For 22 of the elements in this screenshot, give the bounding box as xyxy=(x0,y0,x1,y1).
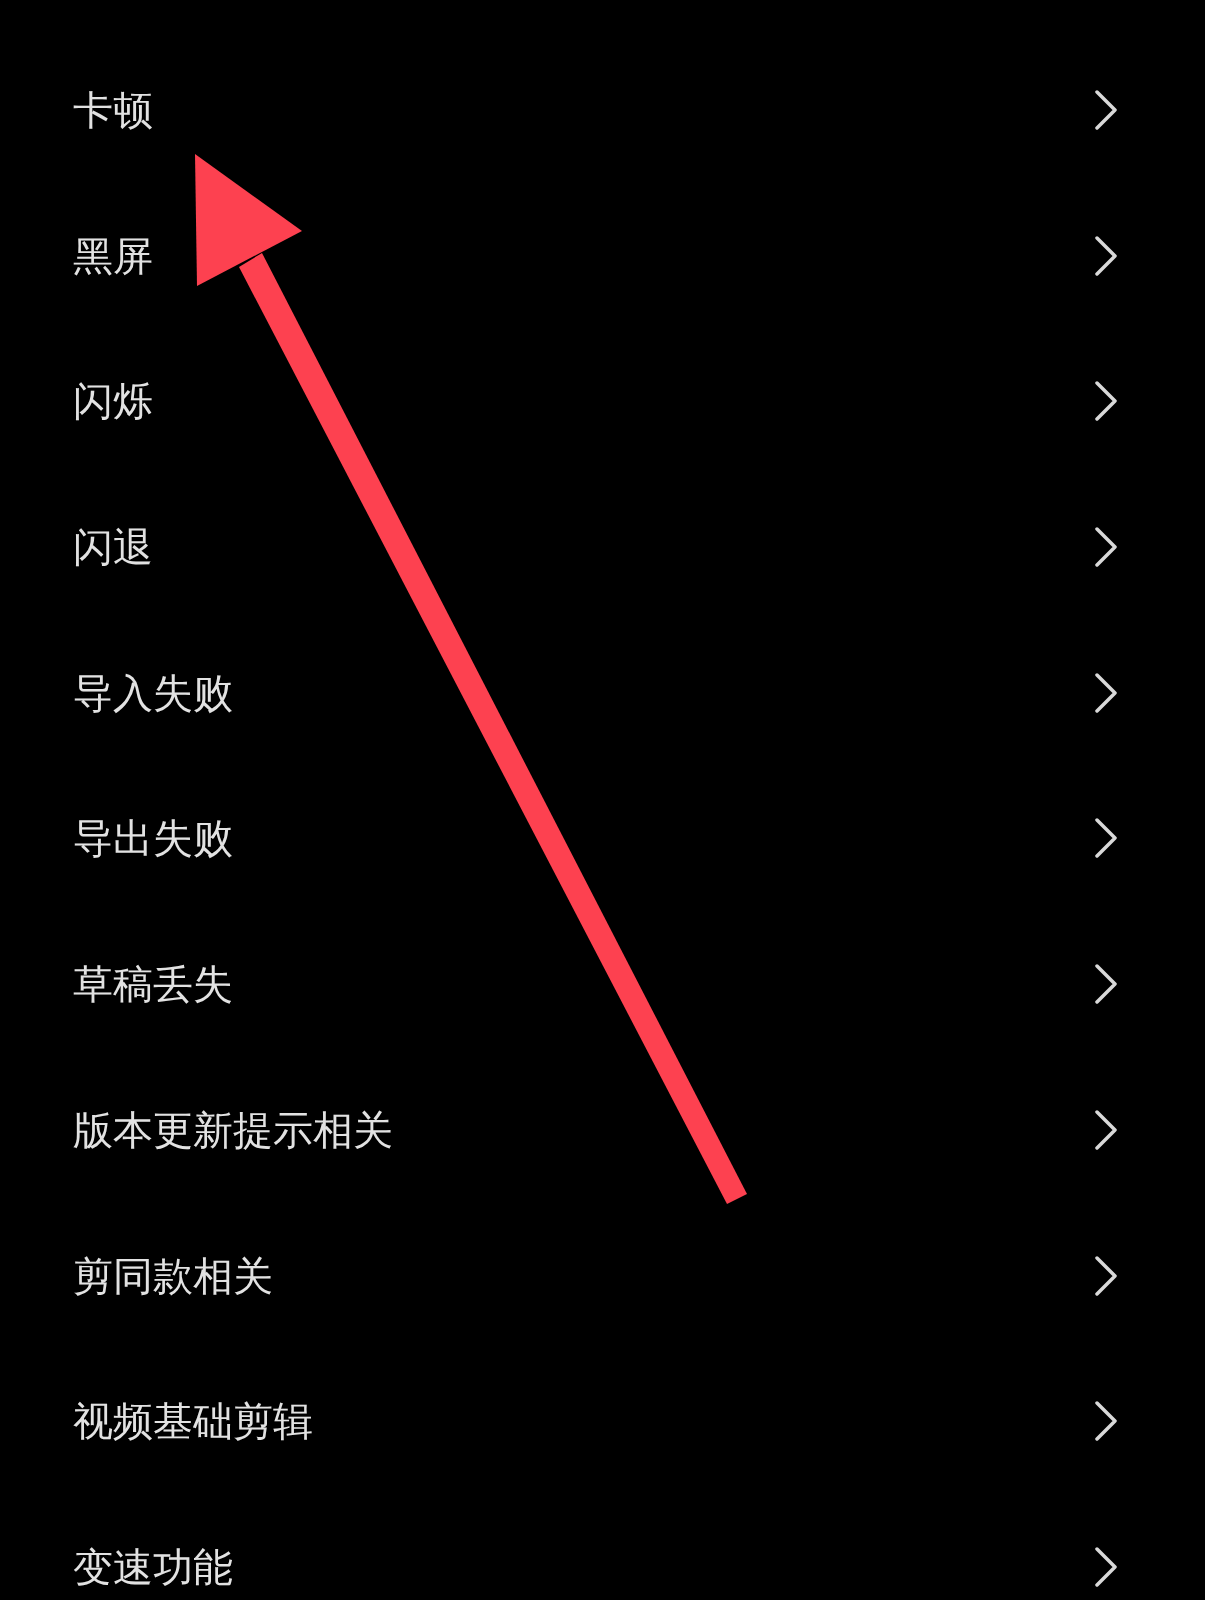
chevron-right-icon xyxy=(1095,1401,1117,1442)
menu-item[interactable]: 剪同款相关 xyxy=(0,1245,1205,1306)
chevron-right-icon xyxy=(1095,1255,1117,1296)
menu-item[interactable]: 变速功能 xyxy=(0,1536,1205,1597)
menu-item[interactable]: 导入失败 xyxy=(0,662,1205,723)
chevron-right-icon xyxy=(1095,381,1117,422)
menu-item[interactable]: 卡顿 xyxy=(0,80,1205,140)
menu-item[interactable]: 闪退 xyxy=(0,517,1205,578)
chevron-right-icon xyxy=(1095,235,1117,276)
chevron-right-icon xyxy=(1095,672,1117,713)
chevron-right-icon xyxy=(1095,90,1117,130)
menu-item[interactable]: 闪烁 xyxy=(0,371,1205,432)
chevron-right-icon xyxy=(1095,1109,1117,1150)
chevron-right-icon xyxy=(1095,818,1117,859)
chevron-right-icon xyxy=(1095,1546,1117,1587)
menu-item[interactable]: 视频基础剪辑 xyxy=(0,1391,1205,1452)
chevron-right-icon xyxy=(1095,964,1117,1005)
menu-item[interactable]: 黑屏 xyxy=(0,225,1205,286)
menu-item[interactable]: 导出失败 xyxy=(0,808,1205,869)
menu-item[interactable]: 草稿丢失 xyxy=(0,954,1205,1015)
chevron-right-icon xyxy=(1095,527,1117,568)
menu-item[interactable]: 版本更新提示相关 xyxy=(0,1099,1205,1160)
